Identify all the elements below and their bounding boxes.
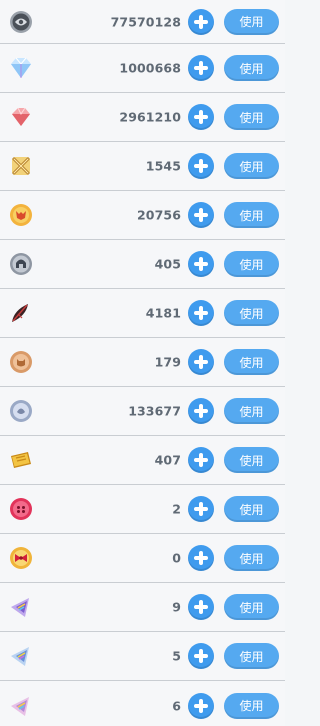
add-icon[interactable] xyxy=(188,153,214,179)
use-button[interactable]: 使用 xyxy=(224,104,279,130)
list-item: 133677 使用 xyxy=(0,387,285,436)
item-count: 77570128 xyxy=(110,14,181,29)
use-button[interactable]: 使用 xyxy=(224,692,279,719)
red-crystal-icon xyxy=(8,104,34,130)
add-icon[interactable] xyxy=(188,447,214,473)
add-icon[interactable] xyxy=(188,643,214,669)
add-icon[interactable] xyxy=(188,300,214,326)
use-button[interactable]: 使用 xyxy=(224,545,279,571)
list-item: 6 使用 xyxy=(0,681,285,726)
add-icon[interactable] xyxy=(188,545,214,571)
list-item: 2961210 使用 xyxy=(0,93,285,142)
silver-coin-icon xyxy=(8,9,34,35)
add-icon[interactable] xyxy=(188,104,214,130)
list-item: 20756 使用 xyxy=(0,191,285,240)
use-button[interactable]: 使用 xyxy=(224,202,279,228)
ribbon-medal-icon xyxy=(8,545,34,571)
use-button[interactable]: 使用 xyxy=(224,8,279,35)
use-button[interactable]: 使用 xyxy=(224,496,279,522)
use-button[interactable]: 使用 xyxy=(224,447,279,473)
use-button[interactable]: 使用 xyxy=(224,594,279,620)
list-item: 4181 使用 xyxy=(0,289,285,338)
dark-feather-icon xyxy=(8,300,34,326)
item-count: 179 xyxy=(154,354,181,370)
blue-prism-icon xyxy=(8,643,34,669)
item-count: 1545 xyxy=(145,158,181,174)
item-count: 5 xyxy=(172,648,181,664)
add-icon[interactable] xyxy=(188,692,214,719)
add-icon[interactable] xyxy=(188,8,214,35)
list-item: 77570128 使用 xyxy=(0,0,285,44)
crossed-swords-icon xyxy=(8,153,34,179)
item-count: 407 xyxy=(154,452,181,468)
silver-medal-icon xyxy=(8,398,34,424)
use-button[interactable]: 使用 xyxy=(224,398,279,424)
add-icon[interactable] xyxy=(188,349,214,375)
pink-button-icon xyxy=(8,496,34,522)
use-button[interactable]: 使用 xyxy=(224,55,279,81)
list-item: 1545 使用 xyxy=(0,142,285,191)
diamond-gem-icon xyxy=(8,55,34,81)
item-count: 405 xyxy=(154,256,181,272)
add-icon[interactable] xyxy=(188,594,214,620)
list-item: 9 使用 xyxy=(0,583,285,632)
item-count: 133677 xyxy=(128,403,181,419)
fox-medal-icon xyxy=(8,202,34,228)
helmet-medal-icon xyxy=(8,251,34,277)
list-item: 407 使用 xyxy=(0,436,285,485)
use-button[interactable]: 使用 xyxy=(224,300,279,326)
item-count: 20756 xyxy=(137,207,181,223)
use-button[interactable]: 使用 xyxy=(224,251,279,277)
list-item: 179 使用 xyxy=(0,338,285,387)
list-item: 0 使用 xyxy=(0,534,285,583)
inventory-list: 77570128 使用 1000668 使用 2961210 使用 1545 使… xyxy=(0,0,285,726)
item-count: 2961210 xyxy=(119,109,181,125)
use-button[interactable]: 使用 xyxy=(224,153,279,179)
pink-prism-icon xyxy=(8,693,34,719)
add-icon[interactable] xyxy=(188,496,214,522)
item-count: 9 xyxy=(172,599,181,615)
add-icon[interactable] xyxy=(188,55,214,81)
list-item: 405 使用 xyxy=(0,240,285,289)
use-button[interactable]: 使用 xyxy=(224,349,279,375)
list-item: 2 使用 xyxy=(0,485,285,534)
add-icon[interactable] xyxy=(188,251,214,277)
item-count: 4181 xyxy=(145,305,181,321)
add-icon[interactable] xyxy=(188,202,214,228)
item-count: 0 xyxy=(172,550,181,566)
add-icon[interactable] xyxy=(188,398,214,424)
list-item: 5 使用 xyxy=(0,632,285,681)
rainbow-prism-icon xyxy=(8,594,34,620)
item-count: 1000668 xyxy=(119,60,181,76)
item-count: 6 xyxy=(172,698,181,713)
list-item: 1000668 使用 xyxy=(0,44,285,93)
gold-ticket-icon xyxy=(8,447,34,473)
item-count: 2 xyxy=(172,501,181,517)
bronze-cat-medal-icon xyxy=(8,349,34,375)
use-button[interactable]: 使用 xyxy=(224,643,279,669)
